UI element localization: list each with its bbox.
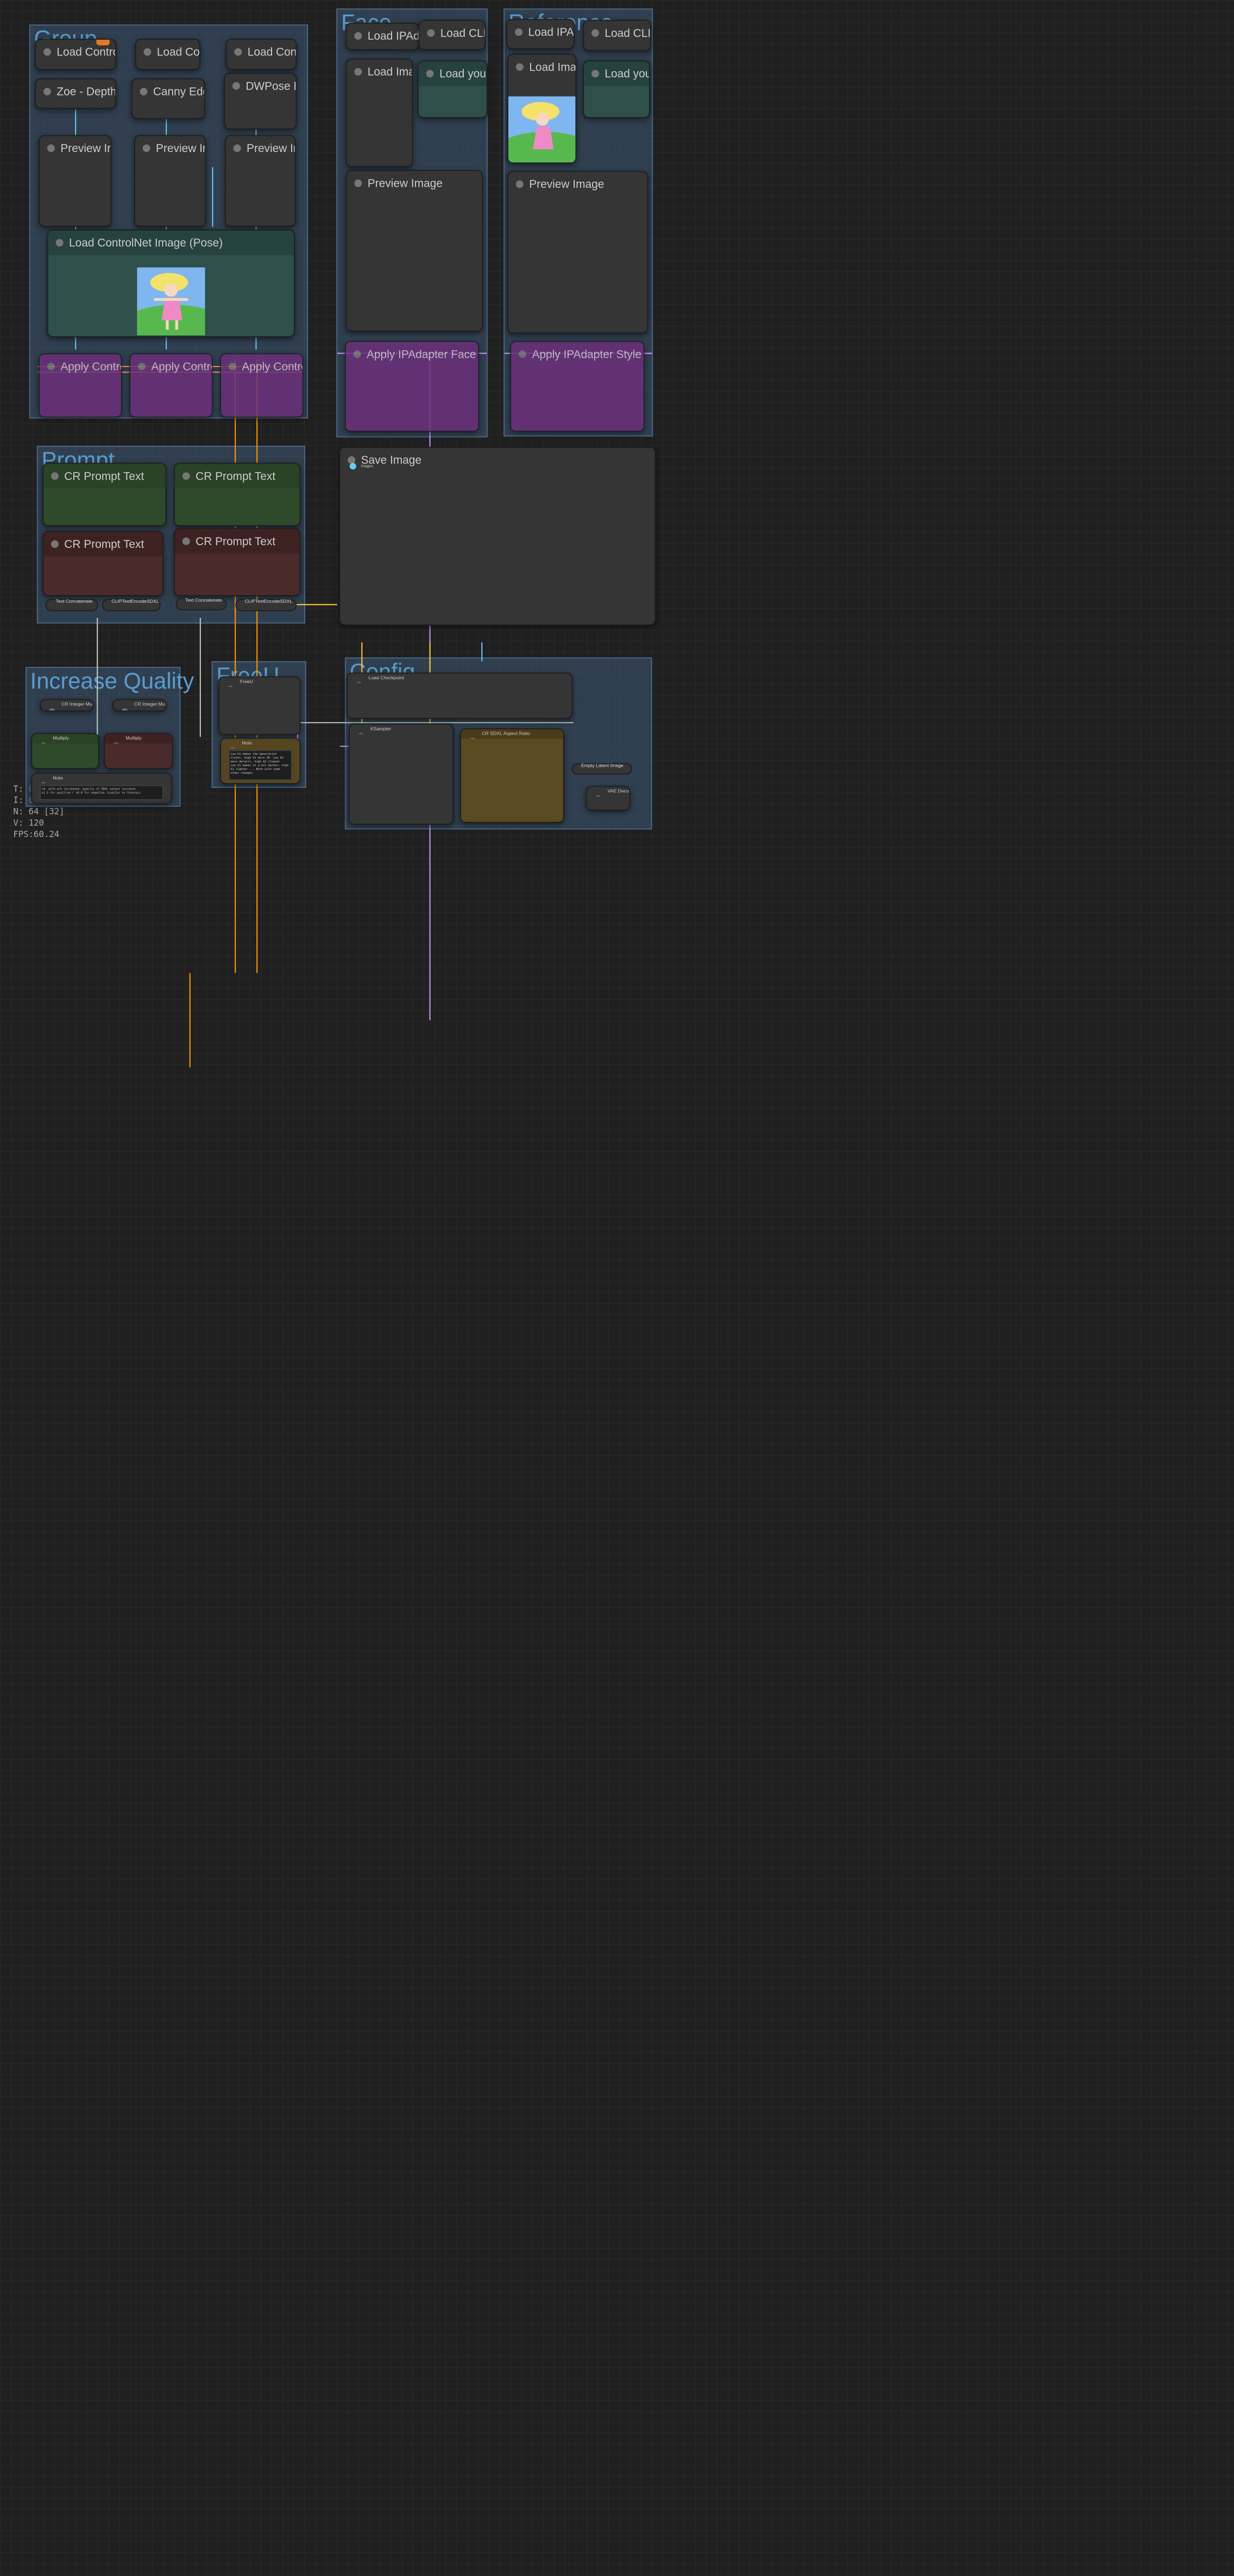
node-title: Preview Image <box>347 171 482 195</box>
node-title: Load CLIP Vision <box>419 21 484 45</box>
node-title: Load IPAdapter Model <box>507 20 574 45</box>
apply-controlnet-depth[interactable]: Apply ControlNet (Depth) <box>39 353 122 418</box>
node-title: Preview Image <box>508 172 647 197</box>
node-title: Save Image <box>340 448 654 472</box>
node-title: KSampler <box>350 724 453 734</box>
node-title: Zoe - Depth Map <box>36 79 115 104</box>
node-title: Load ControlNet Model <box>227 40 296 64</box>
cr-sdxl-aspect-ratio[interactable]: CR SDXL Aspect Ratio <box>460 728 564 823</box>
ref-load-ipadapter[interactable]: Load IPAdapter Model <box>506 18 575 49</box>
node-title: Multiply <box>105 734 172 744</box>
ref-preview-image[interactable]: Preview Image <box>507 171 649 334</box>
node-title: CR Integer Multip <box>41 700 92 711</box>
preview-image-canny[interactable]: Preview Image <box>134 135 206 227</box>
cr-prompt-text-negative[interactable]: CR Prompt Text <box>42 531 163 596</box>
reference-image-thumbnail <box>508 96 576 163</box>
clip-text-encode-sdxl-1[interactable]: CLIPTextEncodeSDXL <box>102 598 161 611</box>
ref-load-clip-vision[interactable]: Load CLIP Vision <box>583 20 651 51</box>
node-title: CR Integer Multip <box>114 700 165 711</box>
load-controlnet-image[interactable]: Load ControlNet Image (Pose) <box>47 229 295 338</box>
node-title: CR Prompt Text <box>43 464 166 489</box>
ksampler[interactable]: KSampler <box>348 723 454 825</box>
apply-controlnet-pose[interactable]: Apply ControlNet (Pose) <box>220 353 304 418</box>
note-text[interactable]: Low b1 makes the generation flater, high… <box>229 750 292 780</box>
node-title: Load IPAdapter Model <box>347 23 419 48</box>
node-title: Preview Image <box>40 136 111 161</box>
node-title: FreeU <box>219 677 300 687</box>
face-load-clip-vision[interactable]: Load CLIP Vision <box>418 20 486 50</box>
node-title: Load your images <box>418 61 487 86</box>
note-quality[interactable]: Note x4: with w/h increased, quality of … <box>31 773 172 804</box>
node-title: Apply ControlNet (Depth) <box>40 354 121 378</box>
clip-text-encode-sdxl-2[interactable]: CLIPTextEncodeSDXL <box>235 598 297 611</box>
pose-image-thumbnail <box>137 267 205 336</box>
images-input[interactable]: images <box>350 463 373 469</box>
node-title: Preview Image <box>135 136 205 161</box>
node-title: Apply IPAdapter Style <box>511 342 644 367</box>
note-text[interactable]: x4: with w/h increased, quality of SDXL … <box>40 785 163 800</box>
face-load-ipadapter[interactable]: Load IPAdapter Model <box>345 22 420 50</box>
preview-image-pose[interactable]: Preview Image <box>225 135 296 227</box>
load-controlnet-canny[interactable]: Load ControlNet Model <box>135 39 200 70</box>
dwpose-estimation[interactable]: DWPose Estimation <box>224 72 297 130</box>
node-title: CR Prompt Text <box>174 464 300 489</box>
zoe-depth-map[interactable]: Zoe - Depth Map <box>35 78 116 109</box>
node-title: Empty Latent Image <box>581 763 624 769</box>
apply-ipadapter-face[interactable]: Apply IPAdapter Face <box>344 341 480 432</box>
node-title: Note <box>32 774 171 784</box>
cr-integer-multiple-2[interactable]: CR Integer Multip <box>112 699 167 711</box>
face-load-image[interactable]: Load Image <box>345 58 413 167</box>
node-title: Preview Image <box>226 136 295 161</box>
apply-ipadapter-style[interactable]: Apply IPAdapter Style <box>510 341 645 432</box>
multiply-positive[interactable]: Multiply <box>31 733 99 769</box>
node-title: Load CLIP Vision <box>584 21 650 45</box>
node-title: Note <box>221 738 299 748</box>
node-title: Load your images <box>584 61 650 86</box>
cr-prompt-text-positive-2[interactable]: CR Prompt Text <box>174 463 301 527</box>
node-title: CR SDXL Aspect Ratio <box>461 729 563 739</box>
node-title: Multiply <box>32 734 98 744</box>
node-title: Text Concatenate <box>55 598 93 605</box>
node-title: Apply ControlNet (Pose) <box>221 354 303 378</box>
save-image[interactable]: Save Image images <box>339 446 656 626</box>
node-title: Load Checkpoint <box>348 673 571 683</box>
text-concatenate-1[interactable]: Text Concatenate <box>45 598 98 611</box>
face-load-your-images[interactable]: Load your images <box>417 60 488 118</box>
canny-edge[interactable]: Canny Edge <box>131 78 205 119</box>
multiply-negative[interactable]: Multiply <box>104 733 173 769</box>
empty-latent-image[interactable]: Empty Latent Image <box>571 763 632 775</box>
apply-controlnet-canny[interactable]: Apply ControlNet (Canny) <box>129 353 213 418</box>
fox-icon <box>96 40 110 46</box>
node-title: Load Image <box>508 55 575 79</box>
node-title: Apply IPAdapter Face <box>346 342 479 367</box>
face-preview-image[interactable]: Preview Image <box>345 170 483 332</box>
node-title: CLIPTextEncodeSDXL <box>244 598 293 605</box>
node-title: Apply ControlNet (Canny) <box>130 354 212 378</box>
cr-prompt-text-positive[interactable]: CR Prompt Text <box>42 463 167 527</box>
cr-integer-multiple-1[interactable]: CR Integer Multip <box>40 699 94 711</box>
cr-prompt-text-negative-2[interactable]: CR Prompt Text <box>174 528 301 596</box>
node-title: CR Prompt Text <box>174 529 300 554</box>
text-concatenate-2[interactable]: Text Concatenate <box>175 598 227 610</box>
load-controlnet-depth[interactable]: Load ControlNet Model <box>35 39 116 70</box>
ref-load-image[interactable]: Load Image <box>507 54 577 163</box>
load-checkpoint[interactable]: Load Checkpoint <box>347 672 573 719</box>
ref-load-your-images[interactable]: Load your images <box>583 60 650 118</box>
note-freeu[interactable]: Note Low b1 makes the generation flater,… <box>220 737 301 784</box>
node-title: CR Prompt Text <box>43 532 163 557</box>
node-title: DWPose Estimation <box>225 74 296 98</box>
vae-decode[interactable]: VAE Decode <box>585 786 631 811</box>
node-title: VAE Decode <box>587 787 629 797</box>
node-title: Text Concatenate <box>185 598 222 604</box>
preview-image-depth[interactable]: Preview Image <box>39 135 112 227</box>
load-controlnet-pose[interactable]: Load ControlNet Model <box>225 39 297 70</box>
node-title: CLIPTextEncodeSDXL <box>111 598 159 605</box>
node-title: Load Image <box>347 60 412 84</box>
freeu-node[interactable]: FreeU <box>218 676 301 735</box>
node-title: Canny Edge <box>133 79 204 104</box>
node-title: Load ControlNet Image (Pose) <box>48 230 294 255</box>
node-title: Load ControlNet Model <box>136 40 199 64</box>
